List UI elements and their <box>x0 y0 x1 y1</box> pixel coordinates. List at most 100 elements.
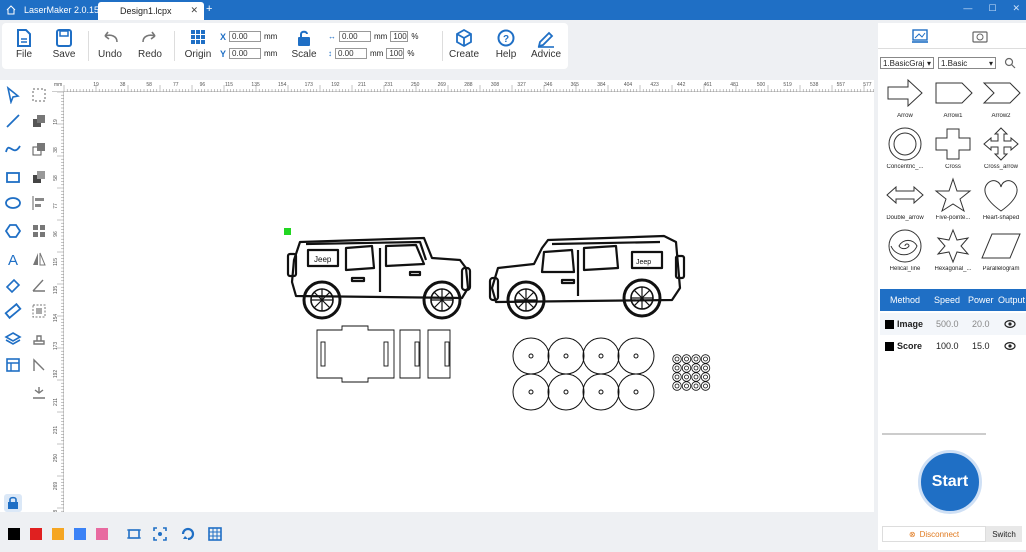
panel-splitter[interactable] <box>882 433 986 435</box>
small-ring[interactable] <box>691 363 701 373</box>
small-ring[interactable] <box>691 381 701 391</box>
text-tool-icon[interactable]: A <box>4 250 22 268</box>
search-icon[interactable] <box>1004 57 1016 69</box>
camera-tab-icon[interactable] <box>970 29 990 43</box>
layers-icon[interactable] <box>4 330 22 348</box>
origin-button[interactable]: Origin <box>180 25 216 67</box>
start-button[interactable]: Start <box>918 450 982 514</box>
small-ring[interactable] <box>672 354 682 364</box>
x-position-input[interactable]: 0.00 <box>229 31 262 42</box>
small-ring[interactable] <box>681 363 692 373</box>
height-input[interactable]: 0.00 <box>335 48 367 59</box>
eye-icon[interactable] <box>1004 341 1016 351</box>
ellipse-tool-icon[interactable] <box>4 194 22 212</box>
jeep-right-drawing[interactable] <box>488 234 686 320</box>
shape-item[interactable]: Cross <box>930 126 976 184</box>
grid-view-icon[interactable] <box>207 526 223 542</box>
y-position-input[interactable]: 0.00 <box>229 48 262 59</box>
group-icon[interactable] <box>30 302 48 320</box>
design-canvas[interactable]: Jeep Jeep <box>64 92 874 512</box>
layer-speed[interactable]: 500.0 <box>936 319 959 329</box>
box-parts-drawing[interactable] <box>316 325 451 383</box>
color-swatch-orange[interactable] <box>52 528 64 540</box>
home-icon[interactable] <box>6 5 16 15</box>
new-tab-icon[interactable]: + <box>206 3 212 15</box>
color-swatch-pink[interactable] <box>96 528 108 540</box>
union-icon[interactable] <box>30 112 48 130</box>
undo-button[interactable]: Undo <box>92 25 128 67</box>
rotate-view-icon[interactable] <box>180 526 196 542</box>
shape-item[interactable]: Concentric_... <box>882 126 928 184</box>
small-ring[interactable] <box>681 381 692 391</box>
select-arrow-icon[interactable] <box>4 86 22 104</box>
array-circle[interactable] <box>617 337 655 375</box>
node-edit-icon[interactable] <box>30 86 48 104</box>
close-tab-icon[interactable]: ✕ <box>190 5 198 16</box>
shape-item[interactable]: Helical_line <box>882 228 928 286</box>
ring-array-drawing[interactable] <box>672 354 711 391</box>
save-button[interactable]: Save <box>46 25 82 67</box>
height-percent-input[interactable]: 100 <box>386 48 405 59</box>
small-ring[interactable] <box>681 354 692 364</box>
origin-marker[interactable] <box>284 228 291 235</box>
layer-color-swatch[interactable] <box>885 320 894 329</box>
shape-item[interactable]: Arrow2 <box>978 75 1024 133</box>
shape-item[interactable]: Double_arrow <box>882 177 928 235</box>
zoom-fit-icon[interactable] <box>152 526 168 542</box>
stamp-icon[interactable] <box>30 330 48 348</box>
shape-item[interactable]: Cross_arrow <box>978 126 1024 184</box>
bitmap-tool-icon[interactable] <box>30 384 48 402</box>
ruler-tool-icon[interactable] <box>4 302 22 320</box>
small-ring[interactable] <box>672 372 682 382</box>
circle-array-drawing[interactable] <box>512 337 655 411</box>
create-button[interactable]: Create <box>446 25 482 67</box>
color-swatch-blue[interactable] <box>74 528 86 540</box>
maximize-icon[interactable]: ☐ <box>988 3 996 14</box>
array-circle[interactable] <box>582 337 620 375</box>
template-tool-icon[interactable] <box>4 356 22 374</box>
align-left-icon[interactable] <box>30 194 48 212</box>
small-ring[interactable] <box>672 381 682 391</box>
layer-power[interactable]: 15.0 <box>972 341 990 351</box>
layer-color-swatch[interactable] <box>885 342 894 351</box>
subtract-icon[interactable] <box>30 140 48 158</box>
shape-item[interactable]: Arrow <box>882 75 928 133</box>
shape-item[interactable]: Heart-shaped <box>978 177 1024 235</box>
measure-angle-icon[interactable] <box>30 276 48 294</box>
eraser-tool-icon[interactable] <box>4 276 22 294</box>
color-swatch-red[interactable] <box>30 528 42 540</box>
layer-row-score[interactable]: Score 100.0 15.0 <box>880 335 1026 357</box>
file-button[interactable]: File <box>6 25 42 67</box>
array-circle[interactable] <box>547 337 585 375</box>
small-ring[interactable] <box>691 354 701 364</box>
small-ring[interactable] <box>691 372 701 382</box>
fit-selection-icon[interactable] <box>126 526 142 542</box>
redo-button[interactable]: Redo <box>132 25 168 67</box>
curve-tool-icon[interactable] <box>4 140 22 158</box>
scale-lock-button[interactable]: Scale <box>286 25 322 67</box>
rectangle-tool-icon[interactable] <box>4 168 22 186</box>
layer-speed[interactable]: 100.0 <box>936 341 959 351</box>
small-ring[interactable] <box>700 381 711 391</box>
array-circle[interactable] <box>617 373 655 411</box>
intersect-icon[interactable] <box>30 168 48 186</box>
minimize-icon[interactable]: — <box>963 3 972 14</box>
mirror-icon[interactable] <box>30 250 48 268</box>
width-percent-input[interactable]: 100 <box>390 31 409 42</box>
polygon-tool-icon[interactable] <box>4 222 22 240</box>
shape-category-select[interactable]: 1.BasicGraj ▾ <box>880 57 934 69</box>
lock-canvas-button[interactable] <box>4 494 22 512</box>
small-ring[interactable] <box>672 363 682 373</box>
array-circle[interactable] <box>547 373 585 411</box>
width-input[interactable]: 0.00 <box>339 31 371 42</box>
help-button[interactable]: ? Help <box>488 25 524 67</box>
array-circle[interactable] <box>512 337 550 375</box>
jeep-left-drawing[interactable] <box>286 236 472 320</box>
advice-button[interactable]: Advice <box>528 25 564 67</box>
small-ring[interactable] <box>700 372 711 382</box>
path-direction-icon[interactable] <box>30 356 48 374</box>
layer-row-image[interactable]: Image 500.0 20.0 <box>880 313 1026 335</box>
layer-power[interactable]: 20.0 <box>972 319 990 329</box>
switch-button[interactable]: Switch <box>986 526 1022 542</box>
array-circle[interactable] <box>512 373 550 411</box>
